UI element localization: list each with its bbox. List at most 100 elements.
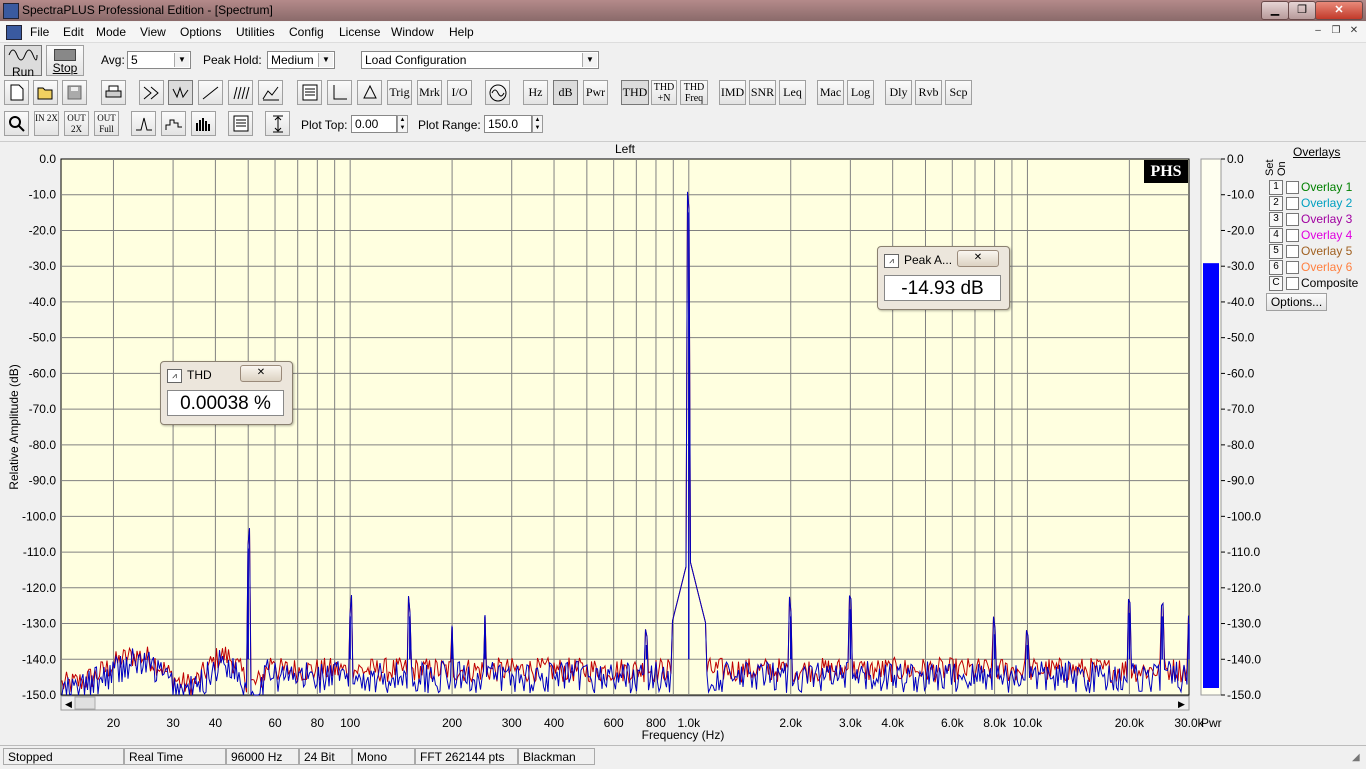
overlay-set-button[interactable]: 1 [1269,180,1283,195]
imd-button[interactable]: IMD [719,80,746,105]
run-button[interactable]: Run [4,45,42,78]
peak-popup-close-button[interactable]: ✕ [957,250,999,267]
thd-button[interactable]: THD [621,80,649,105]
leq-button[interactable]: Leq [779,80,806,105]
zoom-out-2x-button[interactable]: OUT 2X [64,111,89,136]
mrk-button[interactable]: Mrk [417,80,442,105]
stop-button[interactable]: Stop [46,45,84,76]
maximize-button[interactable]: ❐ [1288,1,1316,20]
peak-hold-select[interactable]: Medium ▼ [267,51,335,69]
menu-options[interactable]: Options [180,25,221,39]
overlay-checkbox[interactable] [1286,181,1299,194]
zoom-in-2x-button[interactable]: IN 2X [34,111,59,136]
new-file-button[interactable] [4,80,29,105]
axis-button[interactable] [327,80,352,105]
menu-utilities[interactable]: Utilities [236,25,275,39]
close-button[interactable]: ✕ [1315,1,1363,20]
plot-top-input[interactable]: 0.00 [351,115,397,133]
thd-popup-close-button[interactable]: ✕ [240,365,282,382]
spectrum-icon [172,86,188,99]
menu-view[interactable]: View [140,25,166,39]
print-button[interactable] [101,80,126,105]
line-plot-button[interactable] [131,111,156,136]
hz-button[interactable]: Hz [523,80,548,105]
menu-file[interactable]: File [30,25,49,39]
db-button[interactable]: dB [553,80,578,105]
mdi-minimize-button[interactable]: – [1310,25,1326,38]
mdi-close-button[interactable]: ✕ [1346,25,1362,38]
overlay-checkbox[interactable] [1286,277,1299,290]
y-tick-label: -100.0 [22,509,56,523]
io-button[interactable]: I/O [447,80,472,105]
open-file-button[interactable] [33,80,58,105]
plot-range-label: Plot Range: [418,118,481,132]
scp-button[interactable]: Scp [945,80,972,105]
avg-select[interactable]: 5 ▼ [127,51,191,69]
signal-generator-button[interactable] [485,80,510,105]
overlay-options-button[interactable]: Options... [1266,293,1327,311]
log-button[interactable]: Log [847,80,874,105]
y-tick-label: 0.0 [39,152,56,166]
overlay-set-button[interactable]: C [1269,276,1283,291]
plot-range-spinner[interactable]: ▲ ▼ [532,115,543,133]
spectrogram-button[interactable] [258,80,283,105]
overlay-set-button[interactable]: 2 [1269,196,1283,211]
save-button[interactable] [62,80,87,105]
overlay-checkbox[interactable] [1286,213,1299,226]
generator-button[interactable] [357,80,382,105]
overlay-checkbox[interactable] [1286,229,1299,242]
bell-icon [362,84,377,99]
overlay-checkbox[interactable] [1286,197,1299,210]
overlay-set-button[interactable]: 4 [1269,228,1283,243]
overlay-set-button[interactable]: 6 [1269,260,1283,275]
menu-mode[interactable]: Mode [96,25,126,39]
zoom-button[interactable] [4,111,29,136]
plot-range-input[interactable]: 150.0 [484,115,532,133]
snr-button[interactable]: SNR [749,80,776,105]
menu-window[interactable]: Window [391,25,434,39]
peak-hold-label: Peak Hold: [203,53,262,67]
thd-popup[interactable]: ⩘ THD ✕ 0.00038 % [160,361,293,425]
minimize-button[interactable]: ▁ [1261,1,1289,20]
phase-button[interactable] [198,80,223,105]
scroll-left-icon[interactable]: ◀ [65,699,72,709]
peak-amplitude-popup[interactable]: ⩘ Peak A... ✕ -14.93 dB [877,246,1010,310]
spectrum-chart[interactable]: Left 0.0 -10.0 -20.0 -30.0 -40.0 -50.0 -60.0 -70… [0,142,1366,744]
thd-n-button[interactable]: THD +N [651,80,677,105]
peak-hold-value: Medium [271,53,314,67]
spectrum-button[interactable] [168,80,193,105]
app-icon[interactable] [3,3,19,19]
rvb-button[interactable]: Rvb [915,80,942,105]
menu-license[interactable]: License [339,25,380,39]
time-series-button[interactable] [139,80,164,105]
bar-plot-button[interactable] [191,111,216,136]
chevron-down-icon: ▼ [174,53,189,67]
mac-button[interactable]: Mac [817,80,844,105]
plot-top-spinner[interactable]: ▲ ▼ [397,115,408,133]
h-scrollbar-thumb[interactable] [74,696,96,710]
zoom-out-full-button[interactable]: OUT Full [94,111,119,136]
scroll-right-icon[interactable]: ▶ [1178,699,1185,709]
pwr-button[interactable]: Pwr [583,80,608,105]
resize-grip-icon[interactable]: ◢ [1352,752,1360,763]
overlay-set-button[interactable]: 3 [1269,212,1283,227]
overlay-checkbox[interactable] [1286,261,1299,274]
overlay-set-button[interactable]: 5 [1269,244,1283,259]
step-plot-button[interactable] [161,111,186,136]
dly-button[interactable]: Dly [885,80,912,105]
properties-button[interactable] [297,80,322,105]
overlay-list-button[interactable] [228,111,253,136]
thd-freq-button[interactable]: THD Freq [680,80,708,105]
trig-button[interactable]: Trig [387,80,412,105]
plot-area[interactable] [60,158,1190,696]
document-icon[interactable] [6,25,22,40]
menu-help[interactable]: Help [449,25,474,39]
mdi-restore-button[interactable]: ❐ [1328,25,1344,38]
menu-config[interactable]: Config [289,25,324,39]
config-select[interactable]: Load Configuration ▼ [361,51,599,69]
h-scrollbar[interactable] [60,695,1190,711]
3d-surface-button[interactable] [228,80,253,105]
menu-edit[interactable]: Edit [63,25,84,39]
autoscale-button[interactable] [265,111,290,136]
overlay-checkbox[interactable] [1286,245,1299,258]
